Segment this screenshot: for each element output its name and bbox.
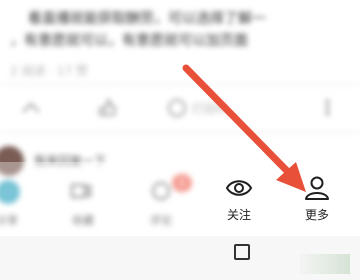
annotation-arrow	[182, 64, 306, 192]
arrow-shaft	[182, 64, 296, 180]
